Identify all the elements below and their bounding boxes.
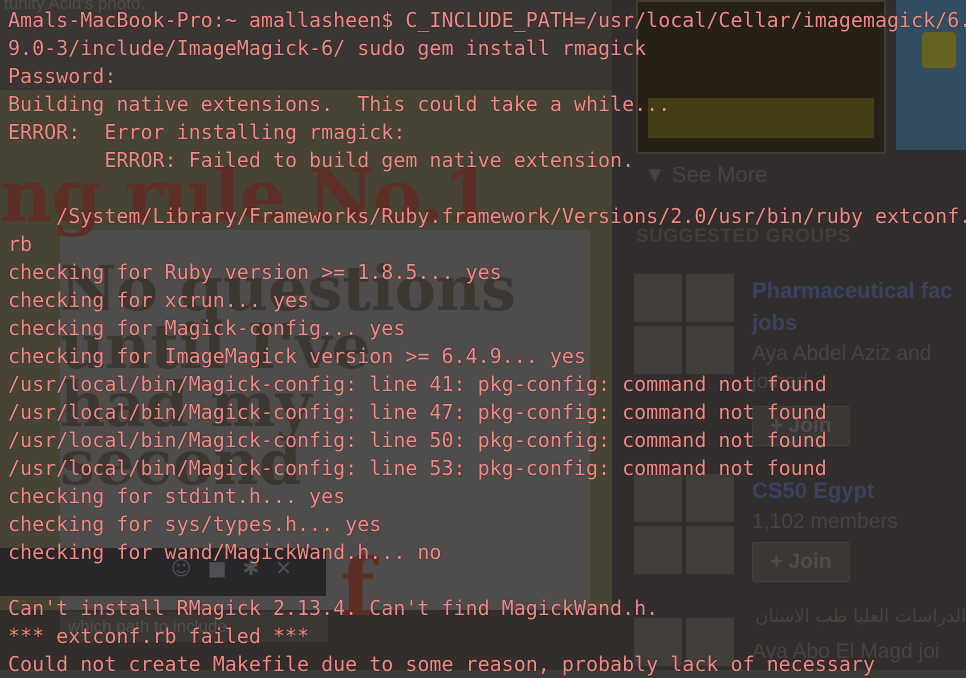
terminal-line: ERROR: Failed to build gem native extens… [8,148,635,172]
terminal-line: Could not create Makefile due to some re… [8,652,875,676]
terminal-line: *** extconf.rb failed *** [8,624,310,648]
terminal-line: checking for Ruby version >= 1.8.5... ye… [8,260,502,284]
terminal-line: Password: [8,64,117,88]
terminal-output[interactable]: Amals-MacBook-Pro:~ amallasheen$ C_INCLU… [8,6,966,678]
terminal-line: checking for wand/MagickWand.h... no [8,540,442,564]
terminal-line: /usr/local/bin/Magick-config: line 50: p… [8,428,827,452]
terminal-line: checking for ImageMagick version >= 6.4.… [8,344,586,368]
terminal-line: checking for Magick-config... yes [8,316,406,340]
terminal-line: /usr/local/bin/Magick-config: line 41: p… [8,372,827,396]
terminal-line: /System/Library/Frameworks/Ruby.framewor… [8,204,966,228]
terminal-line: 9.0-3/include/ImageMagick-6/ sudo gem in… [8,36,647,60]
terminal-line: checking for sys/types.h... yes [8,512,382,536]
terminal-line: rb [8,232,33,256]
terminal-line: Building native extensions. This could t… [8,92,671,116]
terminal-line: /usr/local/bin/Magick-config: line 53: p… [8,456,827,480]
terminal-line: checking for xcrun... yes [8,288,310,312]
terminal-line: Can't install RMagick 2.13.4. Can't find… [8,596,659,620]
terminal-line: /usr/local/bin/Magick-config: line 47: p… [8,400,827,424]
terminal-line: checking for stdint.h... yes [8,484,346,508]
terminal-line: ERROR: Error installing rmagick: [8,120,406,144]
terminal-window[interactable]: Amals-MacBook-Pro:~ amallasheen$ C_INCLU… [0,0,966,676]
terminal-line: Amals-MacBook-Pro:~ amallasheen$ C_INCLU… [8,8,966,32]
